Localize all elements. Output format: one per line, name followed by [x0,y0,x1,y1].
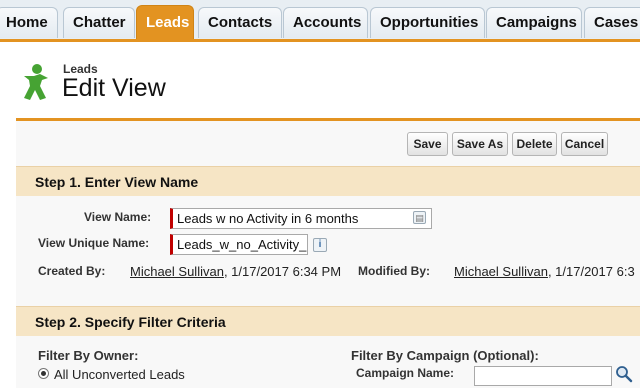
delete-button[interactable]: Delete [512,132,557,156]
tab-bar: Home Chatter Leads Contacts Accounts Opp… [0,0,640,42]
text-field-icon: ▤ [413,211,426,224]
tab-home[interactable]: Home [0,7,58,38]
tab-cases[interactable]: Cases [584,7,640,38]
filter-campaign-label: Filter By Campaign (Optional): [351,348,539,363]
tab-leads[interactable]: Leads [136,5,194,39]
unique-name-value: Leads_w_no_Activity_in [177,237,308,252]
created-by-user-link[interactable]: Michael Sullivan [130,264,224,279]
modified-by-user-link[interactable]: Michael Sullivan [454,264,548,279]
tab-chatter[interactable]: Chatter [63,7,135,38]
created-by-value: Michael Sullivan, 1/17/2017 6:34 PM [130,264,341,279]
tab-opportunities[interactable]: Opportunities [370,7,485,38]
modified-by-label: Modified By: [358,264,430,278]
tab-contacts[interactable]: Contacts [198,7,282,38]
tab-accounts[interactable]: Accounts [283,7,368,38]
save-as-button[interactable]: Save As [452,132,508,156]
cancel-button[interactable]: Cancel [561,132,608,156]
modified-by-date: , 1/17/2017 6:3 [547,264,635,279]
created-by-label: Created By: [38,264,106,278]
page-title: Edit View [62,74,166,102]
step1-header: Step 1. Enter View Name [16,166,640,196]
step2-header: Step 2. Specify Filter Criteria [16,306,640,336]
info-icon[interactable]: i [313,238,327,252]
filter-owner-label: Filter By Owner: [38,348,139,363]
view-name-input[interactable]: Leads w no Activity in 6 months [170,208,432,229]
unique-name-label: View Unique Name: [38,236,150,250]
owner-radio[interactable] [38,368,49,379]
view-name-value: Leads w no Activity in 6 months [177,211,359,226]
save-button[interactable]: Save [407,132,448,156]
unique-name-input[interactable]: Leads_w_no_Activity_in [170,234,308,255]
campaign-name-input[interactable] [474,366,612,386]
campaign-name-label: Campaign Name: [356,366,455,380]
owner-radio-dot [41,371,46,376]
lookup-search-icon[interactable] [615,365,633,383]
created-by-date: , 1/17/2017 6:34 PM [223,264,342,279]
view-name-label: View Name: [84,210,152,224]
modified-by-value: Michael Sullivan, 1/17/2017 6:3 [454,264,635,279]
leads-person-icon [24,64,48,100]
tab-campaigns[interactable]: Campaigns [486,7,582,38]
owner-option-label: All Unconverted Leads [54,367,185,382]
